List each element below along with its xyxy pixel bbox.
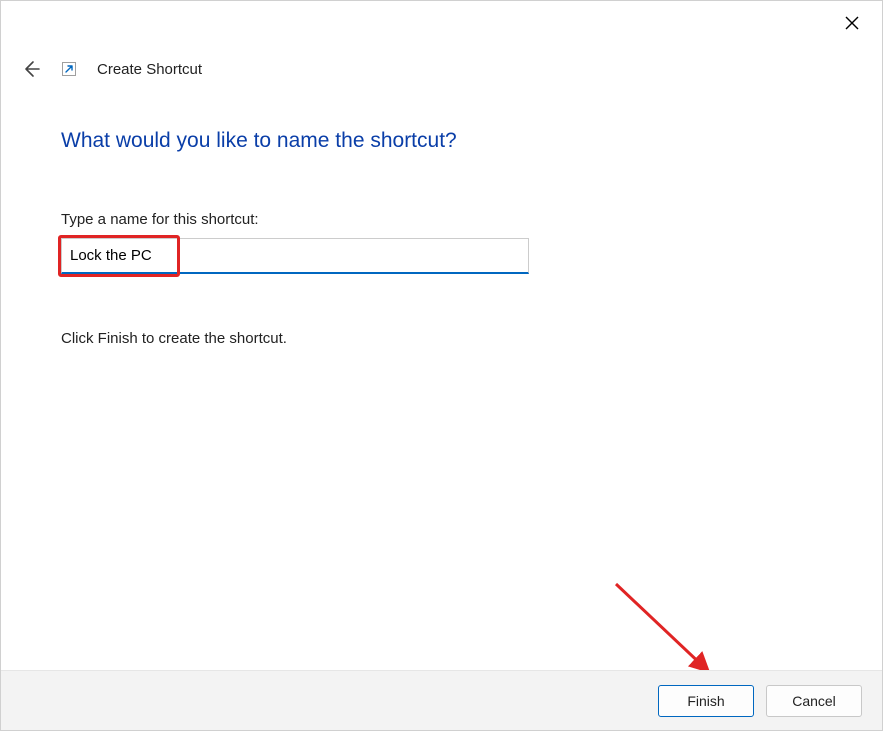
instruction-text: Click Finish to create the shortcut. — [61, 330, 822, 347]
input-label: Type a name for this shortcut: — [61, 211, 822, 228]
shortcut-name-input[interactable] — [61, 238, 529, 274]
close-icon — [845, 16, 859, 30]
back-button[interactable] — [19, 57, 43, 81]
wizard-question: What would you like to name the shortcut… — [61, 129, 822, 153]
cancel-button[interactable]: Cancel — [766, 685, 862, 717]
shortcut-icon — [61, 61, 77, 77]
wizard-content: What would you like to name the shortcut… — [61, 129, 822, 347]
close-button[interactable] — [838, 9, 866, 37]
wizard-title: Create Shortcut — [97, 61, 202, 78]
back-arrow-icon — [21, 59, 41, 79]
wizard-header: Create Shortcut — [19, 57, 202, 81]
wizard-footer: Finish Cancel — [1, 670, 882, 730]
finish-button[interactable]: Finish — [658, 685, 754, 717]
